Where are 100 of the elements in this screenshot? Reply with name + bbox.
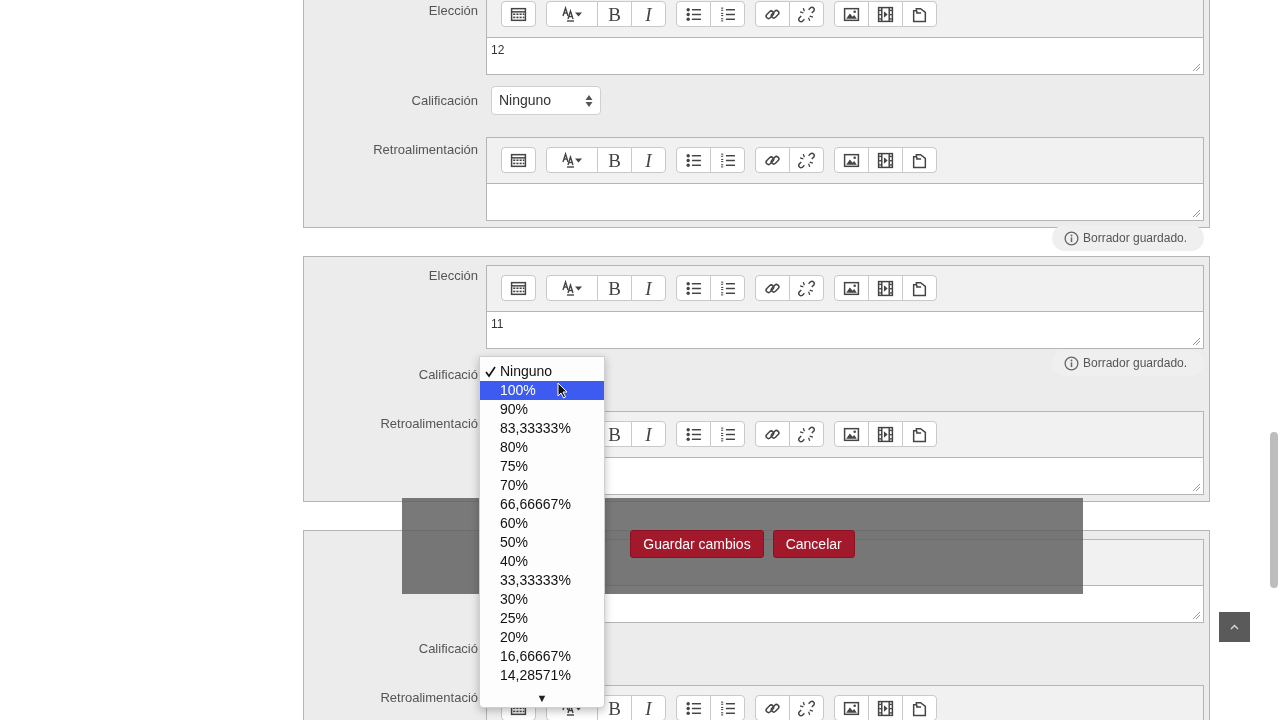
field-label: Calificació [418,366,478,383]
link-button[interactable] [755,1,790,27]
bullet-list-button[interactable] [676,275,711,301]
grade-select[interactable]: Ninguno [491,86,601,115]
film-button[interactable] [868,147,903,173]
field-label: Retroalimentació [380,689,478,706]
font-size-button[interactable] [546,147,598,173]
grid-button[interactable] [501,1,536,27]
image-icon [843,425,860,443]
dropdown-option[interactable]: 60% [480,514,604,533]
unlink-icon [798,151,815,169]
unlink-button[interactable] [789,147,824,173]
field-label: Calificación [411,92,478,109]
unlink-button[interactable] [789,695,824,720]
grid-icon [510,151,527,169]
clipboard-icon [911,151,928,169]
numbered-list-button[interactable] [710,147,745,173]
clipboard-button[interactable] [902,275,937,301]
clipboard-button[interactable] [902,1,937,27]
link-button[interactable] [755,147,790,173]
bullet-list-icon [685,279,702,297]
italic-button[interactable]: I [631,421,666,447]
image-button[interactable] [834,1,869,27]
unlink-button[interactable] [789,1,824,27]
bold-button[interactable]: B [597,1,632,27]
unlink-button[interactable] [789,421,824,447]
italic-button[interactable]: I [631,275,666,301]
bullet-list-icon [685,151,702,169]
font-size-button[interactable] [546,1,598,27]
resize-grip-icon[interactable] [1192,611,1201,620]
film-button[interactable] [868,695,903,720]
cancel-button[interactable]: Cancelar [772,530,855,558]
dropdown-option[interactable]: 16,66667% [480,647,604,666]
grid-icon [510,5,527,23]
film-icon [877,699,894,717]
dropdown-option[interactable]: Ninguno [480,362,604,381]
bullet-list-button[interactable] [676,421,711,447]
scrollbar-thumb[interactable] [1270,432,1278,588]
numbered-list-button[interactable] [710,695,745,720]
bullet-list-button[interactable] [676,695,711,720]
dropdown-option[interactable]: 100% [480,381,604,400]
clipboard-button[interactable] [902,695,937,720]
dropdown-option[interactable]: 50% [480,533,604,552]
numbered-list-button[interactable] [710,1,745,27]
dropdown-option[interactable]: 75% [480,457,604,476]
dropdown-option[interactable]: 20% [480,628,604,647]
bullet-list-button[interactable] [676,1,711,27]
clipboard-button[interactable] [902,147,937,173]
dropdown-option[interactable]: 66,66667% [480,495,604,514]
text-editor[interactable]: B I 12 [486,0,1204,75]
save-button[interactable]: Guardar cambios [630,530,764,558]
dropdown-option[interactable]: 70% [480,476,604,495]
resize-grip-icon[interactable] [1192,209,1201,218]
scroll-down-arrow[interactable]: ▼ [536,692,548,704]
bullet-list-button[interactable] [676,147,711,173]
grid-button[interactable] [501,275,536,301]
image-button[interactable] [834,147,869,173]
image-button[interactable] [834,695,869,720]
field-label: Retroalimentació [380,415,478,432]
bold-button[interactable]: B [597,147,632,173]
bullet-list-icon [685,425,702,443]
image-icon [843,699,860,717]
editor-text: 11 [491,317,504,331]
dropdown-option[interactable]: 40% [480,552,604,571]
resize-grip-icon[interactable] [1192,337,1201,346]
numbered-list-button[interactable] [710,275,745,301]
unlink-icon [798,279,815,297]
film-button[interactable] [868,421,903,447]
dropdown-option[interactable]: 25% [480,609,604,628]
clipboard-button[interactable] [902,421,937,447]
film-button[interactable] [868,275,903,301]
numbered-list-button[interactable] [710,421,745,447]
resize-grip-icon[interactable] [1192,483,1201,492]
clipboard-icon [911,425,928,443]
italic-button[interactable]: I [631,695,666,720]
text-editor[interactable]: B I [486,137,1204,221]
unlink-button[interactable] [789,275,824,301]
link-button[interactable] [755,275,790,301]
dropdown-option[interactable]: 90% [480,400,604,419]
dropdown-option[interactable]: 14,28571% [480,666,604,685]
dropdown-option[interactable]: 30% [480,590,604,609]
link-button[interactable] [755,421,790,447]
bold-button[interactable]: B [597,275,632,301]
grid-button[interactable] [501,147,536,173]
grid-icon [510,279,527,297]
dropdown-option[interactable]: 33,33333% [480,571,604,590]
image-icon [843,151,860,169]
link-button[interactable] [755,695,790,720]
film-button[interactable] [868,1,903,27]
italic-button[interactable]: I [631,1,666,27]
resize-grip-icon[interactable] [1192,63,1201,72]
font-size-icon [561,280,583,296]
text-editor[interactable]: B I 11 [486,265,1204,349]
unlink-icon [798,5,815,23]
mouse-pointer-icon [557,382,568,399]
image-button[interactable] [834,421,869,447]
italic-button[interactable]: I [631,147,666,173]
info-icon [1064,355,1079,371]
font-size-button[interactable] [546,275,598,301]
image-button[interactable] [834,275,869,301]
